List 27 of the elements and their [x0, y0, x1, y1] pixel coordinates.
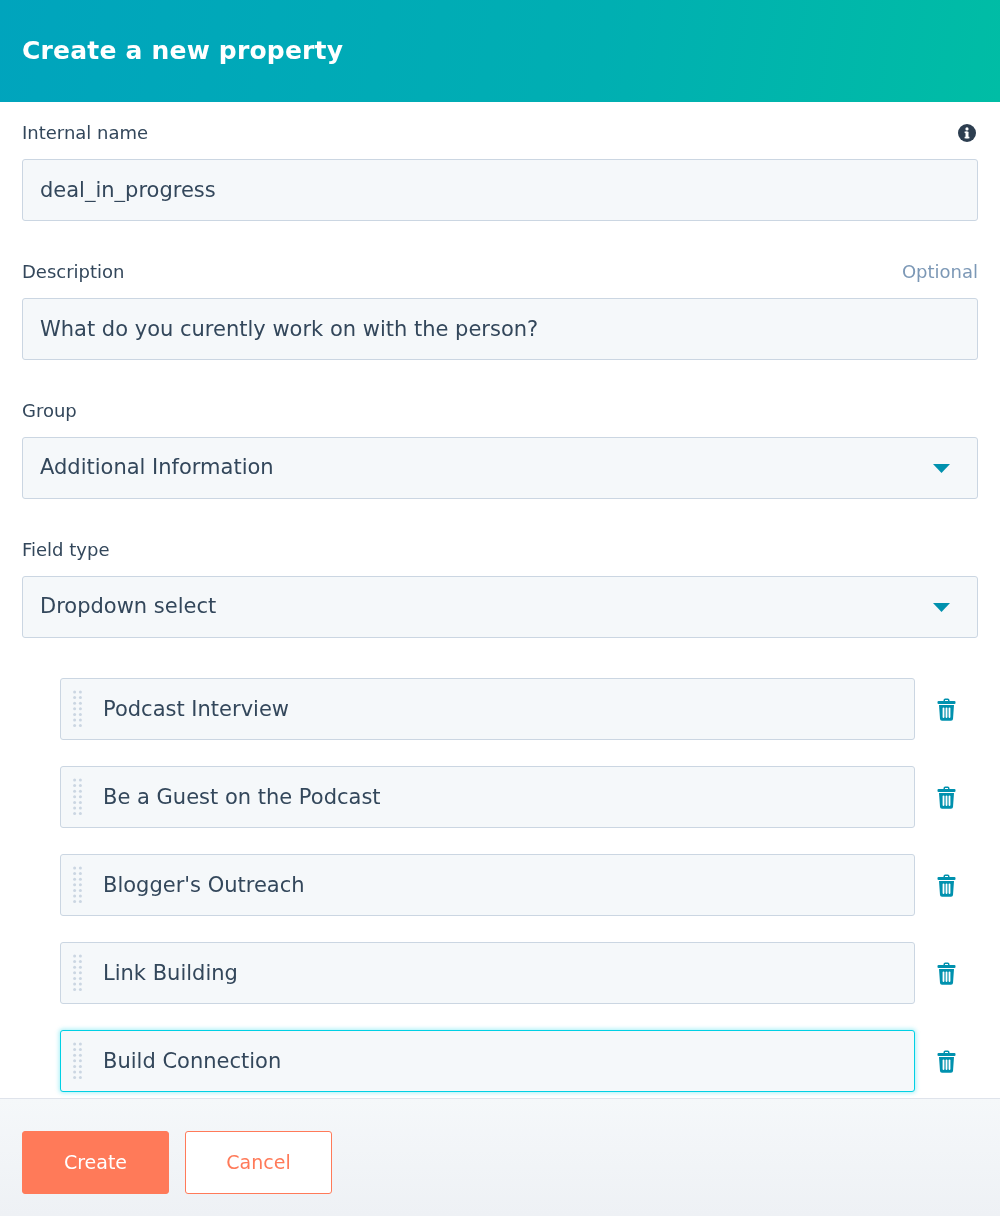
option-field[interactable]: Blogger's Outreach: [60, 854, 915, 916]
drag-handle-icon: [73, 954, 82, 992]
dropdown-field[interactable]: Additional Information: [22, 437, 978, 499]
field-label: Description: [22, 260, 125, 284]
option-field[interactable]: Build Connection: [60, 1030, 915, 1092]
field-label: Internal name: [22, 121, 149, 145]
field-label: Field type: [22, 538, 110, 562]
drag-handle-icon: [73, 690, 82, 728]
optional-note: Optional: [901, 260, 978, 284]
dropdown-field[interactable]: Dropdown select: [22, 576, 978, 638]
trash-icon[interactable]: [937, 961, 956, 985]
drag-handle-icon: [73, 1042, 82, 1080]
caret-icon: [933, 603, 950, 612]
drag-handle-icon: [73, 778, 82, 816]
option-field[interactable]: Podcast Interview: [60, 678, 915, 740]
option-field[interactable]: Be a Guest on the Podcast: [60, 766, 915, 828]
trash-icon[interactable]: [937, 873, 956, 897]
trash-icon[interactable]: [937, 697, 956, 721]
caret-icon: [933, 464, 950, 473]
option-field[interactable]: Link Building: [60, 942, 915, 1004]
drag-handle-icon: [73, 866, 82, 904]
dialog-title: Create a new property: [22, 36, 344, 66]
trash-icon[interactable]: [937, 785, 956, 809]
field-label: Group: [22, 399, 77, 423]
text-field[interactable]: deal_in_progress: [22, 159, 978, 221]
trash-icon[interactable]: [937, 1049, 956, 1073]
text-field[interactable]: What do you curently work on with the person?: [22, 298, 978, 360]
